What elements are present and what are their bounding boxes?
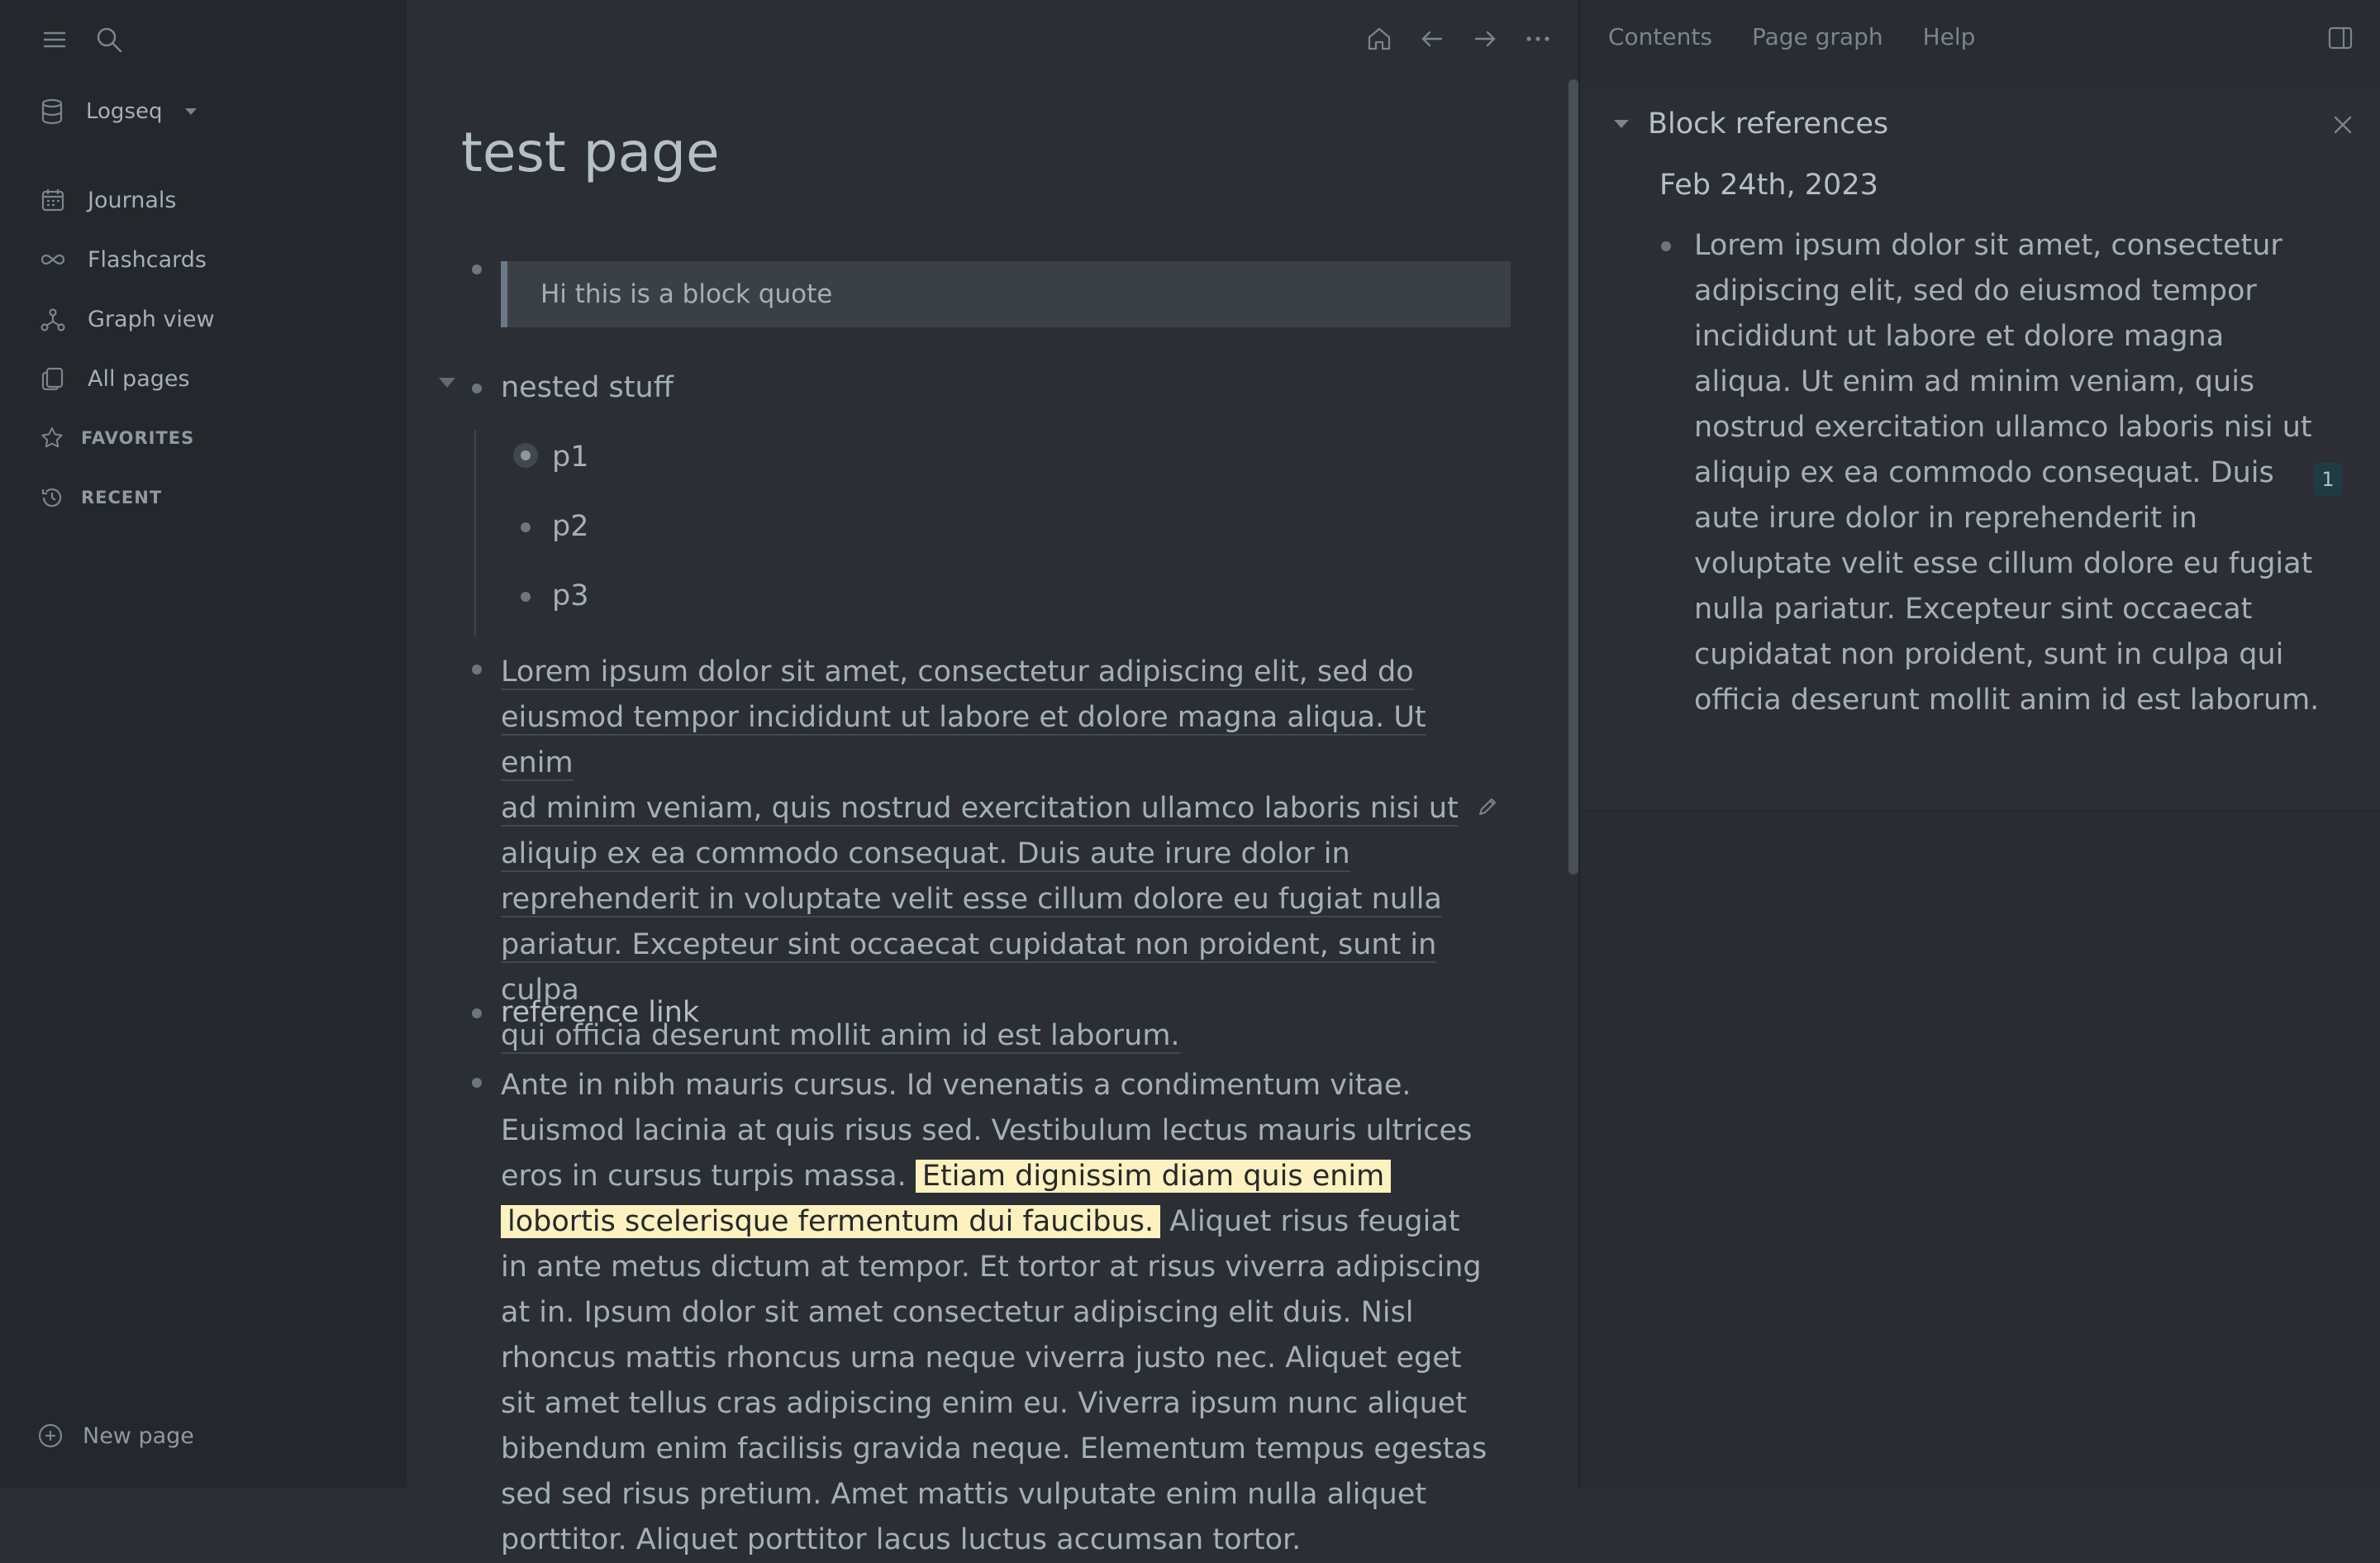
- right-sidebar: Contents Page graph Help Block reference…: [1578, 0, 2380, 1488]
- caret-down-icon: [1614, 120, 1629, 128]
- ante-block[interactable]: Ante in nibh mauris cursus. Id venenatis…: [501, 1063, 1492, 1563]
- favorites-label: FAVORITES: [81, 428, 195, 448]
- panel-header[interactable]: Block references: [1613, 107, 1888, 141]
- page-title[interactable]: test page: [461, 121, 720, 184]
- block-bullet[interactable]: [1661, 241, 1671, 251]
- sidebar-top-actions: [40, 25, 124, 55]
- star-icon: [41, 427, 63, 448]
- arrow-right-icon: [1474, 31, 1496, 47]
- sidebar-nav: Journals Flashcards Graph view All pages…: [40, 170, 370, 527]
- page-toolbar: [1364, 23, 1554, 55]
- caret-down-icon: [184, 108, 197, 115]
- text-line: Lorem ipsum dolor sit amet, consectetur …: [501, 655, 1414, 690]
- sidebar-item-journals[interactable]: Journals: [40, 170, 370, 230]
- plus-circle-icon: [38, 1423, 63, 1448]
- pages-icon: [41, 367, 64, 391]
- favorites-section[interactable]: FAVORITES: [40, 408, 370, 468]
- more-horizontal-icon: [1526, 36, 1549, 41]
- new-page-button[interactable]: New page: [36, 1422, 194, 1450]
- recent-section[interactable]: RECENT: [40, 468, 370, 527]
- history-icon: [41, 488, 62, 507]
- sidebar-toggle-icon[interactable]: [2325, 23, 2355, 53]
- sidebar-item-label: Flashcards: [88, 246, 207, 273]
- main-scrollbar[interactable]: [1568, 79, 1578, 874]
- sidebar-item-all-pages[interactable]: All pages: [40, 349, 370, 408]
- text-line: aliquip ex ea commodo consequat. Duis au…: [501, 837, 1350, 872]
- menu-icon[interactable]: [40, 25, 69, 55]
- right-sidebar-tabs: Contents Page graph Help: [1608, 23, 1975, 50]
- arrow-left-icon: [1421, 31, 1443, 47]
- logseq-app: Logseq Journals Flashcards Graph view Al…: [0, 0, 2380, 1556]
- ante-text-after: Aliquet risus feugiat in ante metus dict…: [501, 1205, 1488, 1556]
- nested-block-label[interactable]: nested stuff: [501, 365, 674, 411]
- referenced-block[interactable]: Lorem ipsum dolor sit amet, consectetur …: [1694, 223, 2322, 723]
- journal-date-link[interactable]: Feb 24th, 2023: [1659, 169, 1878, 202]
- sidebar-item-label: Graph view: [88, 306, 215, 332]
- sidebar-item-label: All pages: [88, 365, 190, 392]
- recent-label: RECENT: [81, 488, 163, 507]
- more-button[interactable]: [1522, 23, 1554, 55]
- panel-title: Block references: [1648, 107, 1889, 141]
- sidebar-item-flashcards[interactable]: Flashcards: [40, 230, 370, 289]
- graph-selector[interactable]: Logseq: [40, 98, 198, 126]
- sidebar-item-graph-view[interactable]: Graph view: [40, 289, 370, 349]
- forward-button[interactable]: [1469, 23, 1501, 55]
- quote-text: Hi this is a block quote: [540, 279, 833, 309]
- tab-page-graph[interactable]: Page graph: [1752, 23, 1883, 50]
- tab-contents[interactable]: Contents: [1608, 23, 1712, 50]
- sidebar-item-label: Journals: [88, 187, 177, 213]
- graph-icon: [40, 308, 65, 331]
- list-item[interactable]: p2: [552, 504, 589, 550]
- text-line: ad minim veniam, quis nostrud exercitati…: [501, 792, 1459, 827]
- home-button[interactable]: [1364, 23, 1395, 55]
- block-bullet[interactable]: [472, 264, 482, 274]
- list-item[interactable]: p3: [552, 574, 589, 619]
- block-bullet[interactable]: [521, 592, 531, 602]
- tab-help[interactable]: Help: [1923, 23, 1976, 50]
- block-bullet[interactable]: [472, 665, 482, 674]
- infinity-icon: [40, 254, 65, 265]
- reference-count-badge[interactable]: 1: [2314, 463, 2342, 496]
- text-line: reprehenderit in voluptate velit esse ci…: [501, 883, 1442, 917]
- text-line: eiusmod tempor incididunt ut labore et d…: [501, 701, 1426, 781]
- block-bullet[interactable]: [472, 384, 482, 393]
- new-page-label: New page: [83, 1422, 194, 1449]
- back-button[interactable]: [1416, 23, 1448, 55]
- search-icon[interactable]: [94, 25, 124, 55]
- block-bullet[interactable]: [521, 522, 531, 532]
- block-bullet-collapsed[interactable]: [513, 443, 538, 468]
- collapse-arrow-icon[interactable]: [438, 377, 456, 388]
- left-sidebar: Logseq Journals Flashcards Graph view Al…: [0, 0, 407, 1488]
- home-icon: [1368, 27, 1391, 50]
- block-bullet[interactable]: [472, 1078, 482, 1088]
- block-quote[interactable]: Hi this is a block quote: [501, 261, 1511, 327]
- graph-name: Logseq: [86, 99, 163, 124]
- pencil-icon[interactable]: [1476, 795, 1499, 818]
- calendar-icon: [41, 189, 64, 212]
- list-item[interactable]: p1: [552, 435, 589, 480]
- close-icon[interactable]: [2330, 112, 2355, 137]
- reference-link[interactable]: reference link: [501, 990, 699, 1036]
- children-guide-line: [474, 430, 476, 636]
- block-references-panel: Block references Feb 24th, 2023 Lorem ip…: [1580, 89, 2380, 812]
- block-bullet[interactable]: [472, 1008, 482, 1018]
- database-icon: [41, 98, 63, 125]
